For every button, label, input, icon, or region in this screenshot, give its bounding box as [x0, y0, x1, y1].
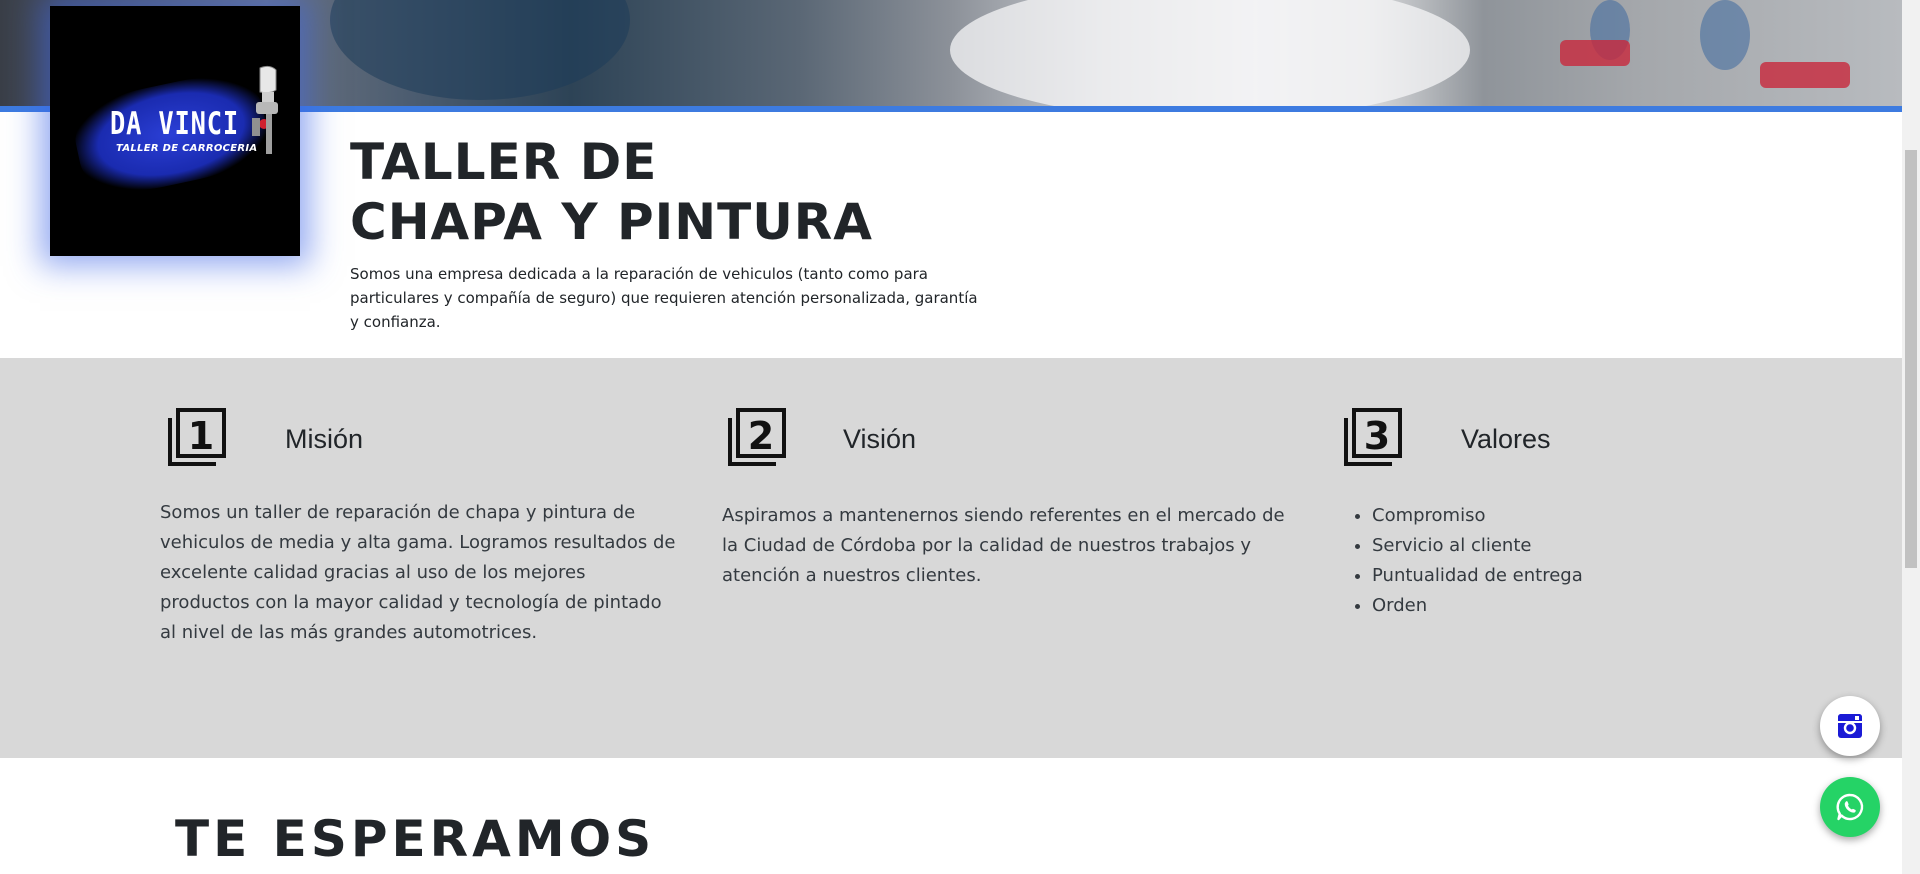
intro-description: Somos una empresa dedicada a la reparaci…	[350, 265, 978, 331]
svg-text:2: 2	[748, 414, 774, 458]
page-title-line1: TALLER DE	[350, 133, 658, 191]
page-title-line2: CHAPA Y PINTURA	[350, 193, 874, 251]
number-3-icon: 3	[1344, 408, 1402, 466]
list-item: Compromiso	[1372, 501, 1732, 531]
mission-text: Somos un taller de reparación de chapa y…	[160, 502, 676, 643]
page-title: TALLER DE CHAPA Y PINTURA	[350, 132, 873, 252]
list-item: Orden	[1372, 591, 1732, 621]
mission-title: Misión	[285, 424, 364, 454]
values-list: Compromiso Servicio al cliente Puntualid…	[1372, 501, 1732, 621]
vision-title: Visión	[843, 424, 917, 454]
values-title: Valores	[1461, 424, 1551, 454]
number-2-icon: 2	[728, 408, 786, 466]
vision-text: Aspiramos a mantenernos siendo referente…	[722, 505, 1285, 586]
list-item: Puntualidad de entrega	[1372, 561, 1732, 591]
brand-logo: DA VINCI TALLER DE CARROCERIA	[50, 6, 300, 256]
number-1-icon: 1	[168, 408, 226, 466]
instagram-icon	[1838, 714, 1862, 738]
features-section: 1 Misión Somos un taller de reparación d…	[0, 358, 1902, 758]
logo-tagline: TALLER DE CARROCERIA	[116, 143, 258, 154]
logo-name: DA VINCI	[110, 106, 239, 142]
svg-text:3: 3	[1364, 414, 1390, 458]
instagram-button[interactable]	[1820, 696, 1880, 756]
list-item: Servicio al cliente	[1372, 531, 1732, 561]
svg-text:1: 1	[188, 414, 214, 458]
welcome-title: TE ESPERAMOS	[175, 810, 656, 868]
scrollbar-thumb[interactable]	[1905, 150, 1917, 568]
whatsapp-button[interactable]	[1820, 777, 1880, 837]
whatsapp-icon	[1836, 793, 1864, 821]
